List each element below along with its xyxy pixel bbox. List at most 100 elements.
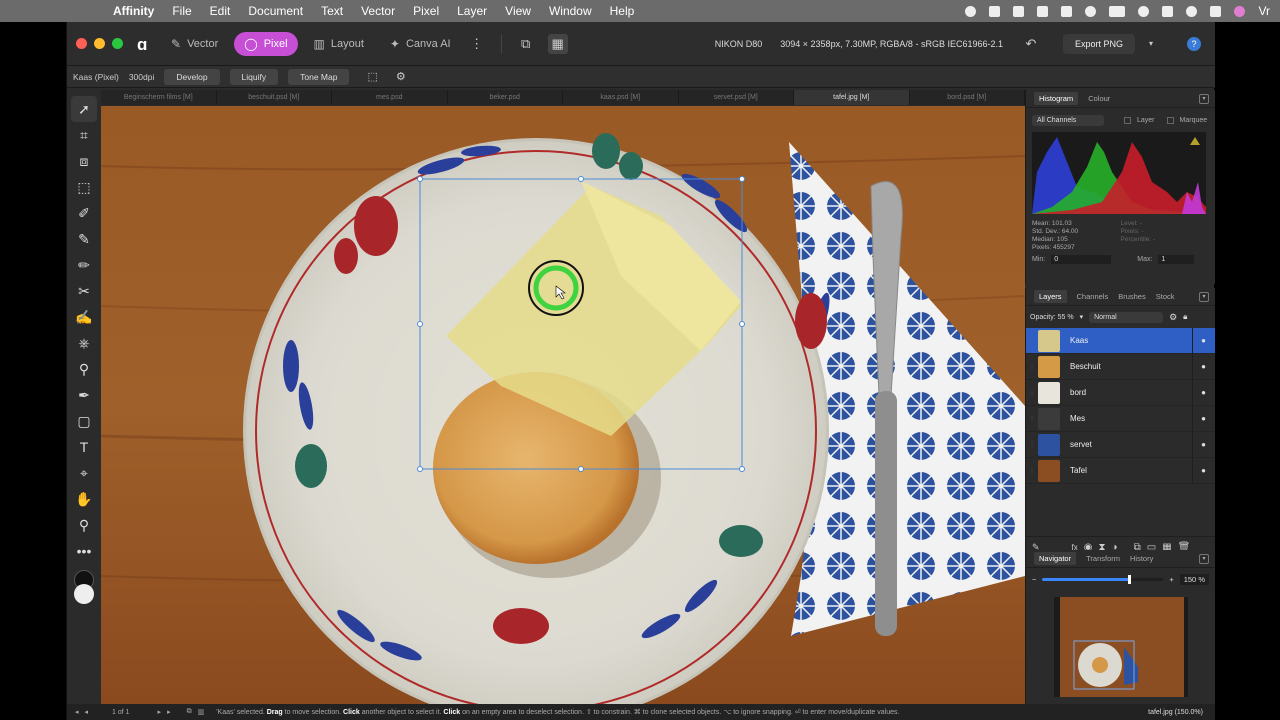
help-button[interactable]: ?: [1187, 36, 1201, 51]
fill-tool-icon[interactable]: ⚲: [71, 356, 97, 382]
visibility-eye-icon[interactable]: ●: [1201, 466, 1206, 475]
next-page-icon[interactable]: ▸: [158, 708, 162, 716]
text-tool-icon[interactable]: T: [71, 434, 97, 460]
drag-handle-icon[interactable]: ⋮: [1026, 441, 1038, 449]
tab-tafel[interactable]: tafel.jpg [M]: [794, 90, 910, 105]
split-view-icon[interactable]: ▥: [198, 708, 205, 716]
tab-beker[interactable]: beker.psd: [448, 90, 563, 105]
prev-page-icon[interactable]: ◂: [75, 708, 79, 716]
color-swatch-secondary[interactable]: [74, 584, 94, 604]
layer-row[interactable]: ⋮ bord ●: [1026, 380, 1215, 406]
min-field[interactable]: 0: [1051, 255, 1112, 264]
pencil-tool-icon[interactable]: ✏: [71, 252, 97, 278]
layer-settings-gear-icon[interactable]: ⚙: [1169, 312, 1177, 323]
selection-box-icon[interactable]: ⬚: [367, 70, 377, 83]
menu-window[interactable]: Window: [540, 4, 601, 18]
more-icon[interactable]: ⋮: [467, 34, 487, 54]
last-page-icon[interactable]: ▸: [167, 708, 171, 716]
visibility-eye-icon[interactable]: ●: [1201, 336, 1206, 345]
navigator-preview[interactable]: [1053, 597, 1188, 697]
export-dropdown-icon[interactable]: ▾: [1141, 34, 1161, 54]
visibility-eye-icon[interactable]: ●: [1201, 362, 1206, 371]
layer-row[interactable]: ⋮ servet ●: [1026, 432, 1215, 458]
zoom-window-button[interactable]: [112, 38, 123, 49]
retouch-tool-icon[interactable]: ✂: [71, 278, 97, 304]
persona-layout[interactable]: ▥ Layout: [304, 32, 374, 56]
clock-icon[interactable]: [1138, 5, 1150, 17]
close-window-button[interactable]: [76, 38, 87, 49]
wifi-icon[interactable]: [1162, 5, 1174, 17]
assets-icon[interactable]: ⧉: [516, 34, 536, 54]
play-icon[interactable]: [1085, 5, 1097, 17]
chevron-down-icon[interactable]: ▾: [1199, 93, 1209, 104]
control-center-icon[interactable]: [1210, 5, 1222, 17]
blend-mode-select[interactable]: Normal: [1089, 311, 1164, 323]
tone-map-button[interactable]: Tone Map: [288, 68, 350, 85]
pen-tool-icon[interactable]: ✒: [71, 382, 97, 408]
font-icon[interactable]: [1013, 5, 1025, 17]
layer-row[interactable]: ⋮ Mes ●: [1026, 406, 1215, 432]
lock-icon[interactable]: 🔒︎: [1183, 312, 1187, 322]
undo-menu-icon[interactable]: ↶: [1021, 34, 1041, 54]
zoom-slider-thumb[interactable]: [1128, 575, 1132, 584]
tab-brushes[interactable]: Brushes: [1118, 292, 1146, 301]
layer-row[interactable]: ⋮ Beschuit ●: [1026, 354, 1215, 380]
paint-brush-icon[interactable]: ✎: [71, 226, 97, 252]
record-icon[interactable]: [965, 5, 977, 17]
affinity-logo-icon[interactable]: ɑ: [137, 35, 155, 54]
siri-icon[interactable]: [1234, 5, 1246, 17]
menu-document[interactable]: Document: [239, 4, 312, 18]
crop-tool-icon[interactable]: ⌗: [71, 122, 97, 148]
menu-view[interactable]: View: [496, 4, 540, 18]
tab-servet[interactable]: servet.psd [M]: [679, 90, 794, 105]
drag-handle-icon[interactable]: ⋮: [1026, 363, 1038, 371]
dropbox-icon[interactable]: [1037, 5, 1049, 17]
zoom-slider[interactable]: [1042, 575, 1164, 584]
first-page-icon[interactable]: ◂: [85, 708, 89, 716]
view-mode-icon[interactable]: ⧉: [187, 708, 192, 716]
visibility-eye-icon[interactable]: ●: [1201, 414, 1206, 423]
zoom-in-icon[interactable]: +: [1169, 575, 1173, 584]
more-tools-icon[interactable]: •••: [71, 538, 97, 564]
drive-icon[interactable]: [1061, 5, 1073, 17]
tab-stock[interactable]: Stock: [1156, 292, 1175, 301]
rectangle-tool-icon[interactable]: ▢: [71, 408, 97, 434]
layer-row[interactable]: ⋮ Kaas ●: [1026, 328, 1215, 354]
user-initials[interactable]: Vr: [1258, 4, 1270, 18]
tab-history[interactable]: History: [1130, 554, 1153, 563]
chevron-down-icon[interactable]: ▾: [1199, 553, 1209, 564]
marquee-tool-icon[interactable]: ⬚: [71, 174, 97, 200]
minimize-window-button[interactable]: [94, 38, 105, 49]
menu-file[interactable]: File: [163, 4, 200, 18]
tab-transform[interactable]: Transform: [1086, 554, 1120, 563]
screen-icon[interactable]: [989, 5, 1001, 17]
tab-beginscherm[interactable]: Beginscherm films [M]: [101, 90, 217, 105]
persona-vector[interactable]: ✎ Vector: [161, 32, 228, 56]
menu-text[interactable]: Text: [312, 4, 352, 18]
search-icon[interactable]: [1186, 5, 1198, 17]
drag-handle-icon[interactable]: ⋮: [1026, 415, 1038, 423]
tab-layers[interactable]: Layers: [1034, 290, 1067, 303]
grid-view-icon[interactable]: ▦: [547, 33, 568, 54]
layer-row[interactable]: ⋮ Tafel ●: [1026, 458, 1215, 484]
tab-histogram[interactable]: Histogram: [1034, 92, 1079, 105]
visibility-eye-icon[interactable]: ●: [1201, 440, 1206, 449]
zoom-value[interactable]: 150 %: [1179, 574, 1209, 585]
canvas[interactable]: [101, 106, 1025, 706]
tab-beschuit[interactable]: beschuit.psd [M]: [217, 90, 332, 105]
menu-help[interactable]: Help: [601, 4, 644, 18]
menu-layer[interactable]: Layer: [448, 4, 496, 18]
drag-handle-icon[interactable]: ⋮: [1026, 337, 1038, 345]
liquify-button[interactable]: Liquify: [229, 68, 279, 85]
hand-tool-icon[interactable]: ✋: [71, 486, 97, 512]
marquee-checkbox[interactable]: [1166, 116, 1174, 124]
menu-pixel[interactable]: Pixel: [404, 4, 448, 18]
tab-mes[interactable]: mes.psd: [332, 90, 448, 105]
opacity-field[interactable]: Opacity: 55 %: [1030, 314, 1074, 321]
menu-vector[interactable]: Vector: [352, 4, 404, 18]
opacity-dropdown-icon[interactable]: ▾: [1080, 313, 1084, 321]
menu-edit[interactable]: Edit: [201, 4, 240, 18]
tab-kaas[interactable]: kaas.psd [M]: [563, 90, 679, 105]
move-tool-icon[interactable]: ➚: [71, 96, 97, 122]
persona-canva-ai[interactable]: ✦ Canva AI: [380, 32, 461, 56]
